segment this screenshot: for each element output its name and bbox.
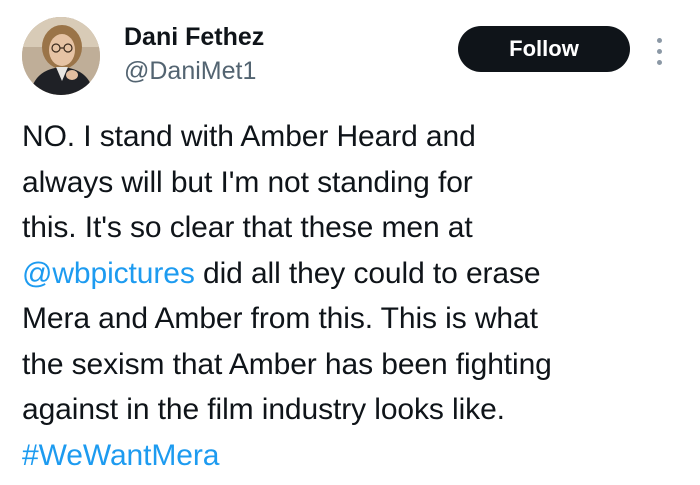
tweet-line: the sexism that Amber has been fighting <box>22 347 552 381</box>
avatar[interactable] <box>22 17 100 95</box>
hashtag-link[interactable]: #WeWantMera <box>22 439 219 472</box>
tweet-line-text: did all they could to erase <box>194 256 541 290</box>
author-handle[interactable]: @DaniMet1 <box>124 56 256 86</box>
avatar-photo <box>22 17 100 95</box>
tweet-card: Dani Fethez @DaniMet1 Follow NO. I stand… <box>0 0 700 485</box>
tweet-text: NO. I stand with Amber Heard and always … <box>22 114 690 478</box>
tweet-line: #WeWantMera <box>22 433 690 479</box>
author-display-name[interactable]: Dani Fethez <box>124 22 264 52</box>
tweet-line: Mera and Amber from this. This is what <box>22 302 538 335</box>
tweet-line: against in the film industry looks like. <box>22 393 505 426</box>
mention-link[interactable]: @wbpictures <box>22 257 195 290</box>
tweet-line: @wbpictures did all they could to erase <box>22 251 690 297</box>
follow-button[interactable]: Follow <box>458 26 630 72</box>
more-dot <box>657 38 662 43</box>
more-dot <box>657 60 662 65</box>
tweet-line: this. It's so clear that these men at <box>22 211 473 244</box>
tweet-line: always will but I'm not standing for <box>22 165 473 199</box>
tweet-line: NO. I stand with Amber Heard and <box>22 120 476 153</box>
more-vertical-icon[interactable] <box>650 34 670 68</box>
more-dot <box>657 49 662 54</box>
